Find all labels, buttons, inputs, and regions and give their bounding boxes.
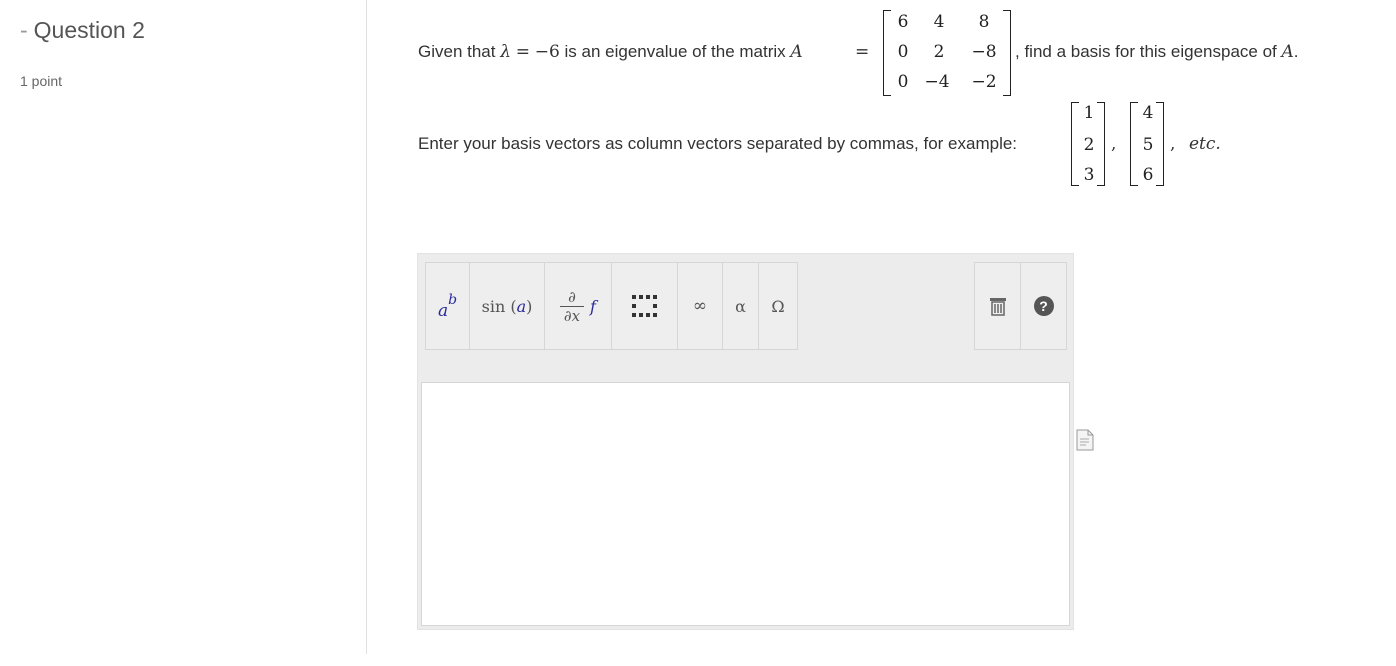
help-button[interactable]: ?: [1020, 262, 1067, 350]
vector-cell: 2: [1083, 135, 1095, 155]
math-editor: ab sin (a) ∂ ∂x f ∞ α Ω ?: [417, 253, 1074, 630]
vector-cell: 6: [1142, 165, 1154, 185]
matrix-cell: 0: [897, 42, 909, 62]
derivative-button[interactable]: ∂ ∂x f: [544, 262, 612, 350]
example-comma-2: ,: [1170, 134, 1176, 154]
derivative-f: f: [590, 296, 596, 316]
matrix-cell: 4: [933, 12, 945, 32]
example-vector-2: 4 5 6: [1130, 102, 1164, 186]
matrix-cell: 8: [978, 12, 990, 32]
matrix-cell: −8: [971, 42, 997, 62]
delete-button[interactable]: [974, 262, 1021, 350]
prompt-suffix: , find a basis for this eigenspace of: [1015, 42, 1277, 61]
prompt-eigen-text: is an eigenvalue of the matrix: [564, 42, 786, 61]
derivative-numerator: ∂: [568, 287, 576, 306]
matrix-grid-icon: [631, 295, 657, 317]
trash-icon: [989, 298, 1006, 316]
collapse-dash[interactable]: -: [20, 17, 28, 43]
example-comma-1: ,: [1111, 134, 1117, 154]
prompt-line: Given that λ = −6 is an eigenvalue of th…: [418, 42, 803, 62]
prompt-given: Given that: [418, 42, 496, 61]
matrix-A-label-2: A: [1281, 42, 1294, 62]
document-preview-icon[interactable]: [1076, 429, 1094, 451]
matrix-cell: 0: [897, 72, 909, 92]
vector-cell: 4: [1142, 103, 1154, 123]
instructions-text: Enter your basis vectors as column vecto…: [418, 134, 1018, 153]
vector-left-bracket: [1071, 102, 1079, 186]
question-sidebar: - Question 2 1 point: [0, 0, 367, 654]
sin-label: sin: [481, 296, 506, 316]
infinity-icon: ∞: [692, 296, 708, 316]
answer-input[interactable]: [421, 382, 1070, 626]
derivative-denominator: ∂x: [563, 306, 581, 325]
help-icon: ?: [1033, 296, 1054, 316]
matrix-cell: −4: [924, 72, 950, 92]
omega-icon: Ω: [771, 296, 785, 316]
power-exponent: b: [448, 292, 458, 308]
matrix-cell: −2: [971, 72, 997, 92]
matrix-equals: =: [855, 42, 870, 62]
prompt-period: .: [1293, 42, 1299, 61]
equals-sign: =: [515, 42, 530, 62]
derivative-fraction: ∂ ∂x: [560, 287, 585, 325]
prompt-suffix-line: , find a basis for this eigenspace of A.: [1015, 42, 1299, 62]
power-base: a: [437, 301, 449, 321]
question-title[interactable]: - Question 2: [20, 17, 145, 44]
vector-cell: 3: [1083, 165, 1095, 185]
etc-text: etc.: [1189, 134, 1221, 154]
lambda-symbol: λ: [500, 42, 512, 62]
alpha-icon: α: [735, 296, 746, 316]
matrix-A: 6 4 8 0 2 −8 0 −4 −2: [883, 10, 1011, 96]
matrix-cell: 6: [897, 12, 909, 32]
greek-button[interactable]: α: [722, 262, 759, 350]
matrix-cell: 2: [933, 42, 945, 62]
example-vector-1: 1 2 3: [1071, 102, 1105, 186]
infinity-button[interactable]: ∞: [677, 262, 723, 350]
matrix-left-bracket: [883, 10, 891, 96]
vector-left-bracket: [1130, 102, 1138, 186]
sin-argument: a: [516, 296, 527, 316]
matrix-right-bracket: [1003, 10, 1011, 96]
question-title-text: Question 2: [33, 17, 145, 43]
vector-cell: 1: [1083, 103, 1095, 123]
vector-cell: 5: [1142, 135, 1154, 155]
sin-button[interactable]: sin (a): [469, 262, 545, 350]
superscript-button[interactable]: ab: [425, 262, 470, 350]
matrix-A-label: A: [790, 42, 803, 62]
eigenvalue: −6: [534, 42, 560, 62]
matrix-button[interactable]: [611, 262, 678, 350]
question-points: 1 point: [20, 73, 63, 89]
symbols-button[interactable]: Ω: [758, 262, 798, 350]
